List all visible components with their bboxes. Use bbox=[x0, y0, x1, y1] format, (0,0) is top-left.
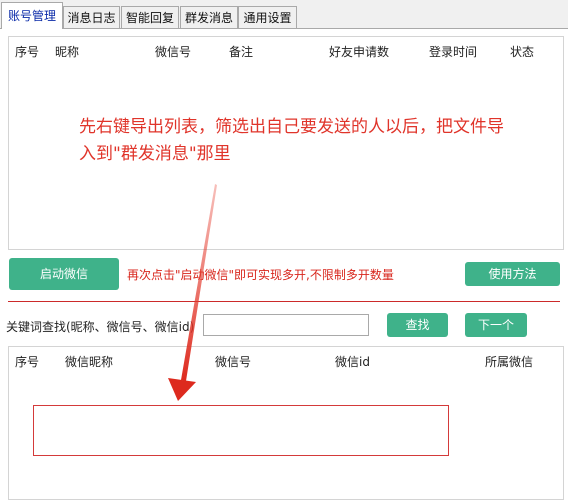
red-arrow-icon bbox=[168, 184, 217, 401]
tab-account-management[interactable]: 账号管理 bbox=[1, 2, 63, 29]
